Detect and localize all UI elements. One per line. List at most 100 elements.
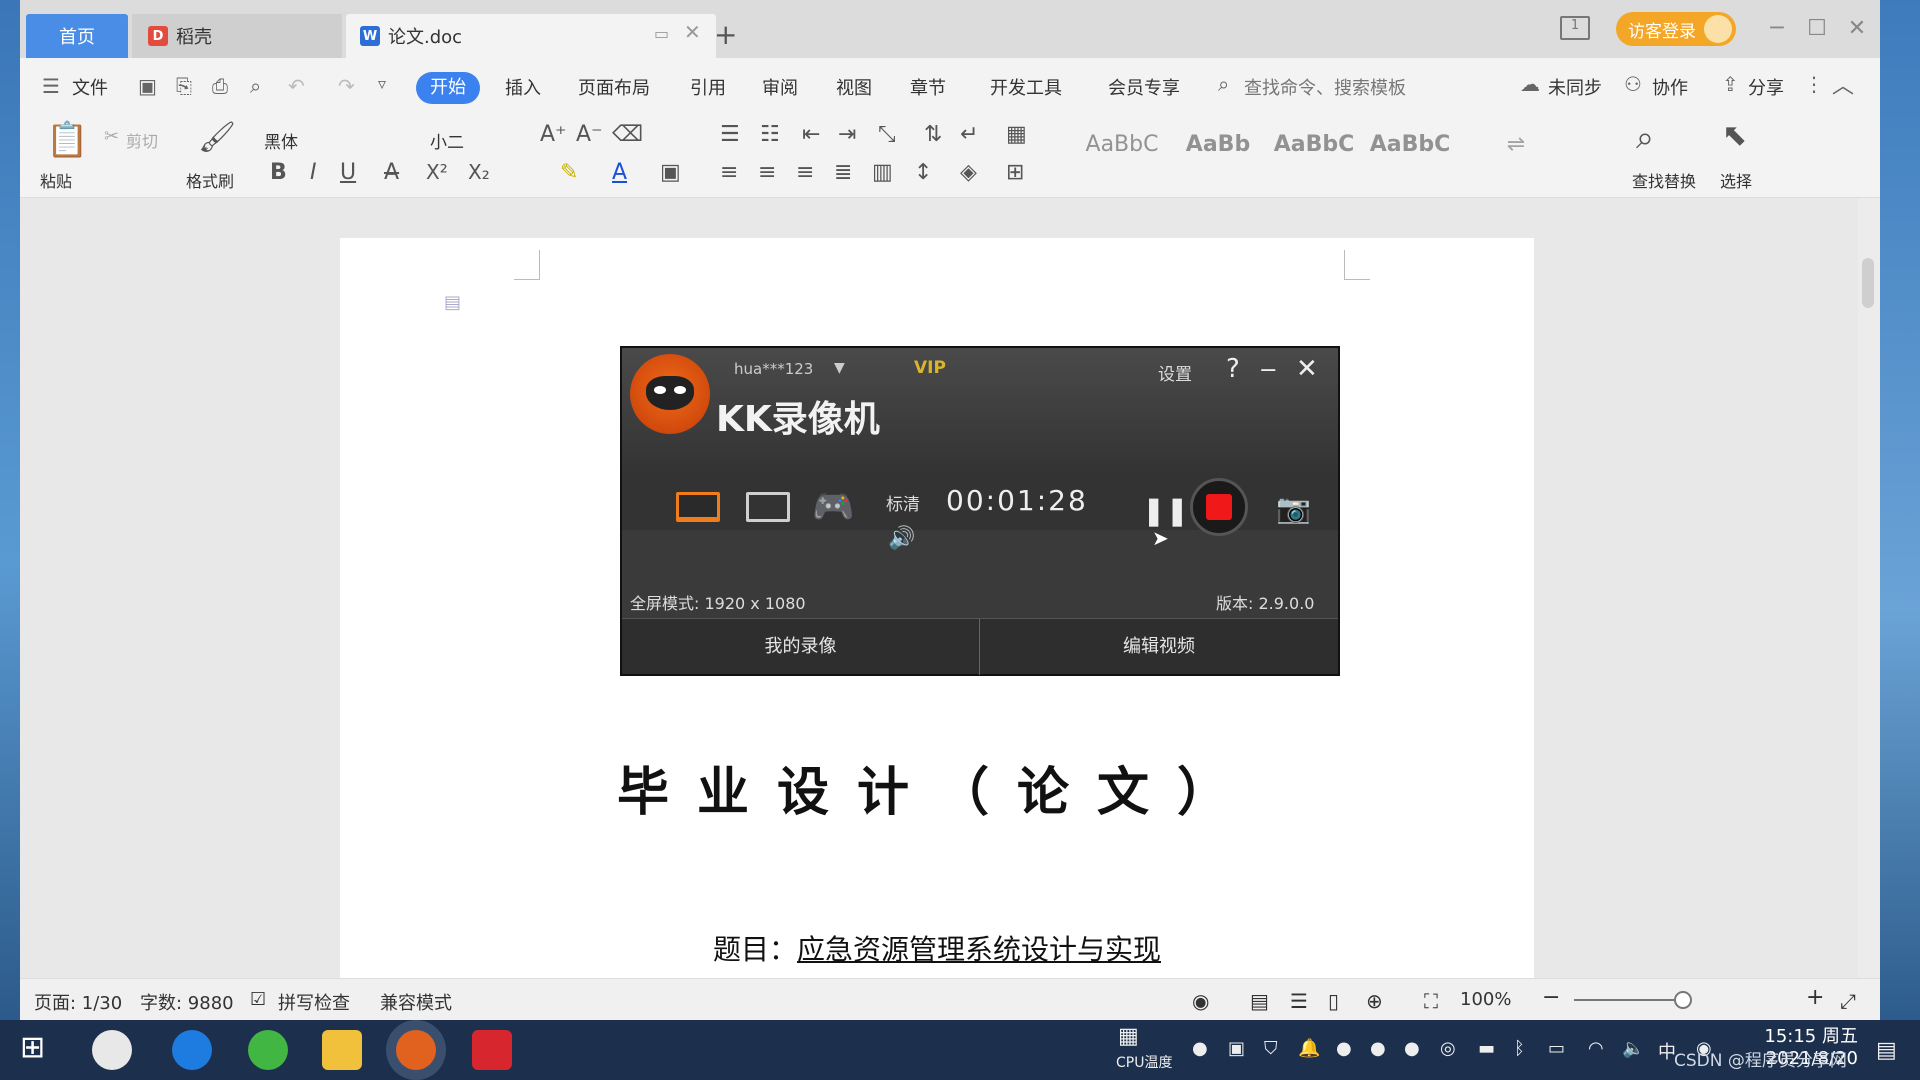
kk-screenshot-icon[interactable]: 📷 [1276,492,1311,525]
kk-vip-badge[interactable]: VIP [914,358,946,378]
font-name-select[interactable]: 黑体 [264,128,298,153]
style-heading-2[interactable]: AaBbC [1268,132,1360,194]
paste-label[interactable]: 粘贴 [40,168,72,192]
style-normal[interactable]: AaBbC [1076,132,1168,194]
shield-icon[interactable]: ⛉ [1264,1038,1278,1059]
menu-review[interactable]: 审阅 [762,74,798,100]
fullscreen-icon[interactable]: ⤢ [1840,989,1856,1013]
superscript-icon[interactable]: X² [426,160,448,184]
font-color-icon[interactable]: A [612,160,627,185]
start-windows-icon[interactable]: ⊞ [20,1030,45,1065]
style-heading-1[interactable]: AaBb [1172,132,1264,194]
borders-icon[interactable]: ⊞ [1006,160,1024,185]
menu-reference[interactable]: 引用 [690,74,726,100]
wifi-icon[interactable]: ◠ [1588,1038,1604,1059]
kk-recorder-window[interactable]: KK录像机 hua***123 ▼ VIP 设置 ? ‒ ✕ 🎮 标清 00:0… [620,346,1340,676]
numbered-list-icon[interactable]: ☷ [760,122,780,147]
find-replace-icon[interactable]: ⌕ [1636,118,1654,157]
wps-taskbar-icon[interactable] [472,1030,512,1070]
select-label[interactable]: 选择 [1720,168,1752,192]
tray-app-icon-1[interactable]: ● [1192,1038,1208,1059]
guest-login-button[interactable]: 访客登录 [1616,12,1736,46]
collapse-ribbon-icon[interactable]: ︿ [1832,68,1854,100]
window-layout-icon[interactable]: 1 [1560,16,1590,40]
page-view-icon[interactable]: ▤ [1250,989,1269,1013]
cut-label[interactable]: 剪切 [126,128,158,152]
volume-icon[interactable]: 🔈 [1622,1038,1644,1059]
chinese-layout-icon[interactable]: ⤡ [878,122,896,147]
tab-daoke[interactable]: D 稻壳 [132,14,342,58]
bell-icon[interactable]: 🔔 [1298,1038,1320,1059]
region-mode-icon[interactable] [746,492,790,522]
paragraph-handle-icon[interactable]: ▤ [444,292,461,313]
new-tab-plus-icon[interactable]: + [714,18,737,51]
vertical-scrollbar[interactable] [1858,198,1880,978]
more-options-icon[interactable]: ⋮ [1804,72,1824,96]
show-marks-icon[interactable]: ↵ [960,122,978,147]
style-heading-3[interactable]: AaBbC [1364,132,1456,194]
menu-insert[interactable]: 插入 [505,74,541,100]
zoom-slider[interactable] [1574,999,1682,1001]
kk-quality-select[interactable]: 标清 [886,490,920,515]
redo-icon[interactable]: ↷ [338,74,355,98]
tab-document[interactable]: W 论文.doc ▭ ✕ [346,14,716,58]
align-left-icon[interactable]: ≡ [720,160,738,185]
subscript-icon[interactable]: X₂ [468,160,490,184]
bold-icon[interactable]: B [270,160,287,185]
tray-app-icon-6[interactable]: ◎ [1440,1038,1456,1059]
kk-help-icon[interactable]: ? [1226,354,1240,384]
table-icon[interactable]: ▦ [1006,122,1027,147]
tray-app-icon-2[interactable]: ▣ [1228,1038,1245,1059]
kk-settings-button[interactable]: 设置 [1158,360,1192,385]
zoom-in-icon[interactable]: + [1806,985,1824,1010]
strikethrough-icon[interactable]: A [384,160,399,185]
battery-icon[interactable]: ▭ [1548,1038,1565,1059]
find-replace-label[interactable]: 查找替换 [1632,168,1696,192]
kk-username[interactable]: hua***123 [734,360,813,378]
clear-format-icon[interactable]: ⌫ [612,122,643,147]
kk-minimize-icon[interactable]: ‒ [1260,354,1277,384]
menu-share[interactable]: 分享 [1748,74,1784,100]
edit-video-button[interactable]: 编辑视频 [980,619,1338,675]
tab-pin-icon[interactable]: ▭ [654,24,669,43]
distribute-icon[interactable]: ▥ [872,160,893,185]
quick-access-dropdown-icon[interactable]: ▿ [378,74,386,93]
cpu-temp-icon[interactable]: ▦ [1118,1024,1139,1049]
underline-icon[interactable]: U [340,160,356,185]
increase-indent-icon[interactable]: ⇥ [838,122,856,147]
menu-chapter[interactable]: 章节 [910,74,946,100]
shading-icon[interactable]: ◈ [960,160,977,185]
game-mode-icon[interactable]: 🎮 [812,490,862,526]
scrollbar-thumb[interactable] [1862,258,1874,308]
sync-status[interactable]: 未同步 [1548,74,1602,100]
zoom-slider-knob[interactable] [1674,991,1692,1009]
output-icon[interactable]: ⎘ [176,74,192,98]
bullet-list-icon[interactable]: ☰ [720,122,740,147]
menu-collaborate[interactable]: 协作 [1652,74,1688,100]
font-size-select[interactable]: 小二 [430,128,464,153]
hamburger-menu-icon[interactable]: ☰ [42,74,60,98]
format-painter-icon[interactable]: 🖌 [198,120,236,155]
kk-stop-record-button[interactable] [1190,478,1248,536]
print-preview-icon[interactable]: ⌕ [250,74,261,98]
cut-icon[interactable]: ✂ [104,126,119,147]
decrease-indent-icon[interactable]: ⇤ [802,122,820,147]
tray-app-icon-4[interactable]: ● [1370,1038,1386,1059]
ie-browser-icon[interactable] [172,1030,212,1070]
undo-icon[interactable]: ↶ [288,74,305,98]
tray-app-icon-7[interactable]: ▬ [1478,1038,1495,1059]
fan-app-icon[interactable] [92,1030,132,1070]
line-spacing-icon[interactable]: ↕ [914,160,932,185]
command-search-input[interactable]: 查找命令、搜索模板 [1244,74,1406,100]
close-window-icon[interactable]: ✕ [1842,14,1872,44]
menu-view[interactable]: 视图 [836,74,872,100]
style-new[interactable]: ⇌ [1470,132,1562,194]
page-indicator[interactable]: 页面: 1/30 [34,989,122,1015]
fit-page-icon[interactable]: ⛶ [1424,989,1438,1013]
tray-app-icon-5[interactable]: ● [1404,1038,1420,1059]
kk-volume-icon[interactable]: 🔊 [888,526,915,551]
menu-start[interactable]: 开始 [416,72,480,104]
justify-icon[interactable]: ≣ [834,160,852,185]
user-dropdown-icon[interactable]: ▼ [834,360,845,376]
italic-icon[interactable]: I [310,160,317,185]
